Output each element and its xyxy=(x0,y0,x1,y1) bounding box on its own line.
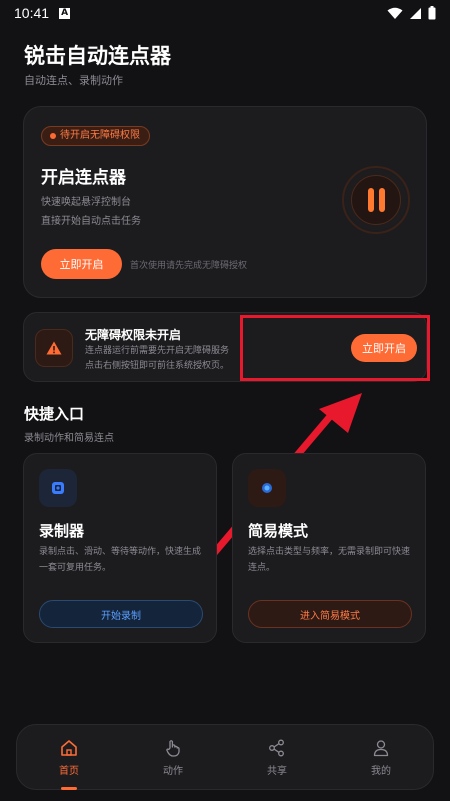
simple-mode-card[interactable]: 简易模式 选择点击类型与频率，无需录制即可快速连点。 进入简易模式 xyxy=(232,453,426,643)
nav-item-home[interactable]: 首页 xyxy=(29,738,109,790)
home-icon xyxy=(61,739,77,756)
enter-simple-mode-button[interactable]: 进入简易模式 xyxy=(248,600,412,628)
share-icon xyxy=(269,739,284,756)
notification-a-icon: A xyxy=(59,7,71,19)
accessibility-permission-card: 无障碍权限未开启 连点器运行前需要先开启无障碍服务 点击右侧按钮即可前往系统授权… xyxy=(23,312,427,382)
clicker-hero-card: 待开启无障碍权限 开启连点器 快速唤起悬浮控制台 直接开始自动点击任务 立即开启… xyxy=(23,106,427,298)
pause-bar-left xyxy=(367,188,374,212)
quick-section-subtitle: 录制动作和简易连点 xyxy=(24,433,114,444)
wifi-icon xyxy=(387,7,403,19)
page-subtitle: 自动连点、录制动作 xyxy=(24,74,123,87)
warning-icon xyxy=(35,329,73,367)
signal-icon xyxy=(410,7,421,19)
pause-button[interactable] xyxy=(342,166,410,234)
permission-status-badge: 待开启无障碍权限 xyxy=(41,126,150,146)
quick-section-title: 快捷入口 xyxy=(24,405,85,423)
status-time: 10:41 xyxy=(14,5,50,21)
bottom-nav: 首页 动作 共享 我的 xyxy=(16,724,434,790)
status-bar: 10:41 A xyxy=(0,0,450,26)
hero-description: 快速唤起悬浮控制台 直接开始自动点击任务 xyxy=(41,193,141,231)
target-icon xyxy=(248,469,286,507)
nav-active-indicator xyxy=(61,786,77,790)
user-icon xyxy=(373,739,389,756)
recorder-card[interactable]: 录制器 录制点击、滑动、等待等动作，快速生成一套可复用任务。 开始录制 xyxy=(23,453,217,643)
simple-mode-title: 简易模式 xyxy=(248,522,309,540)
permission-description: 连点器运行前需要先开启无障碍服务 点击右侧按钮即可前往系统授权页。 xyxy=(85,344,229,374)
hero-enable-button[interactable]: 立即开启 xyxy=(41,249,122,279)
hero-desc-line: 直接开始自动点击任务 xyxy=(41,216,141,227)
permission-title: 无障碍权限未开启 xyxy=(85,328,182,342)
permission-desc-line: 连点器运行前需要先开启无障碍服务 xyxy=(85,346,230,356)
pause-bar-right xyxy=(378,188,385,212)
nav-label-home: 首页 xyxy=(59,765,79,777)
nav-label-actions: 动作 xyxy=(163,765,183,777)
recorder-title: 录制器 xyxy=(39,522,85,540)
simple-mode-description: 选择点击类型与频率，无需录制即可快速连点。 xyxy=(248,547,411,573)
battery-icon xyxy=(428,6,436,20)
recorder-description: 录制点击、滑动、等待等动作，快速生成一套可复用任务。 xyxy=(39,547,202,573)
status-icons xyxy=(387,6,436,20)
permission-enable-button[interactable]: 立即开启 xyxy=(351,334,417,362)
recorder-icon xyxy=(39,469,77,507)
nav-item-share[interactable]: 共享 xyxy=(237,738,317,777)
hero-desc-line: 快速唤起悬浮控制台 xyxy=(41,197,131,208)
badge-label: 待开启无障碍权限 xyxy=(60,130,140,141)
nav-label-share: 共享 xyxy=(267,765,287,777)
pause-icon xyxy=(351,175,401,225)
page-title: 锐击自动连点器 xyxy=(24,44,171,68)
hero-note: 首次使用请先完成无障碍授权 xyxy=(130,261,248,271)
nav-item-actions[interactable]: 动作 xyxy=(133,738,213,777)
permission-desc-line: 点击右侧按钮即可前往系统授权页。 xyxy=(85,361,230,371)
nav-label-profile: 我的 xyxy=(371,765,391,777)
start-recording-button[interactable]: 开始录制 xyxy=(39,600,203,628)
badge-dot-icon xyxy=(50,133,56,139)
hand-pointer-icon xyxy=(166,739,180,757)
hero-title: 开启连点器 xyxy=(41,168,126,188)
nav-item-profile[interactable]: 我的 xyxy=(341,738,421,777)
